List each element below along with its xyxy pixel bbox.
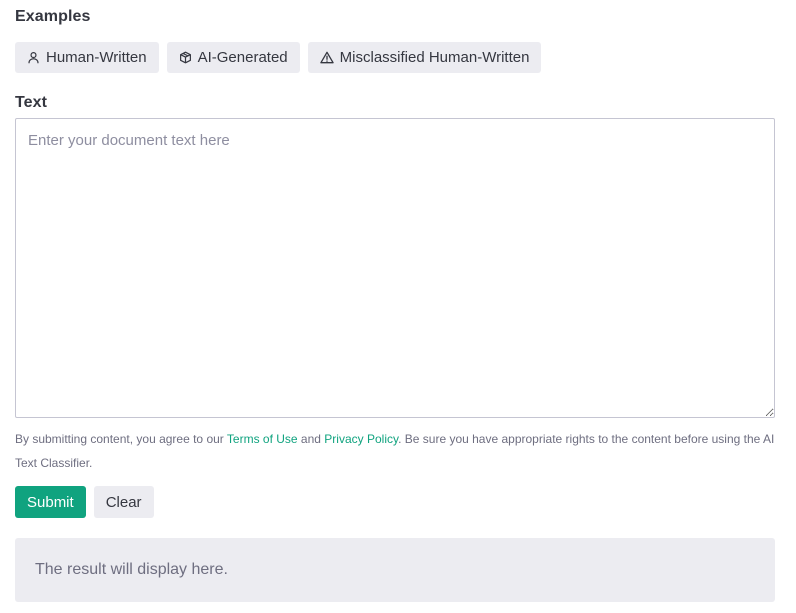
terms-disclaimer: By submitting content, you agree to our … [15, 427, 775, 475]
terms-of-use-link[interactable]: Terms of Use [227, 432, 298, 446]
submit-button[interactable]: Submit [15, 486, 86, 518]
example-misclassified-label: Misclassified Human-Written [339, 49, 530, 66]
example-ai-generated-button[interactable]: AI-Generated [166, 42, 300, 73]
example-human-written-button[interactable]: Human-Written [15, 42, 159, 73]
document-text-input[interactable] [15, 118, 775, 418]
privacy-policy-link[interactable]: Privacy Policy [324, 432, 398, 446]
person-icon [27, 51, 40, 64]
example-human-written-label: Human-Written [46, 49, 147, 66]
example-ai-generated-label: AI-Generated [197, 49, 288, 66]
disclaimer-text-and: and [297, 432, 325, 446]
example-chips: Human-Written AI-Generated Misclassified… [15, 42, 542, 73]
cube-icon [179, 51, 192, 64]
clear-button[interactable]: Clear [93, 486, 154, 518]
form-actions: Submit Clear [15, 486, 154, 518]
result-panel: The result will display here. [15, 538, 775, 602]
examples-label: Examples [15, 8, 91, 25]
text-label: Text [15, 94, 48, 111]
warning-icon [319, 51, 334, 64]
example-misclassified-button[interactable]: Misclassified Human-Written [307, 42, 542, 73]
result-text: The result will display here. [35, 561, 228, 578]
disclaimer-text-before: By submitting content, you agree to our [15, 432, 227, 446]
